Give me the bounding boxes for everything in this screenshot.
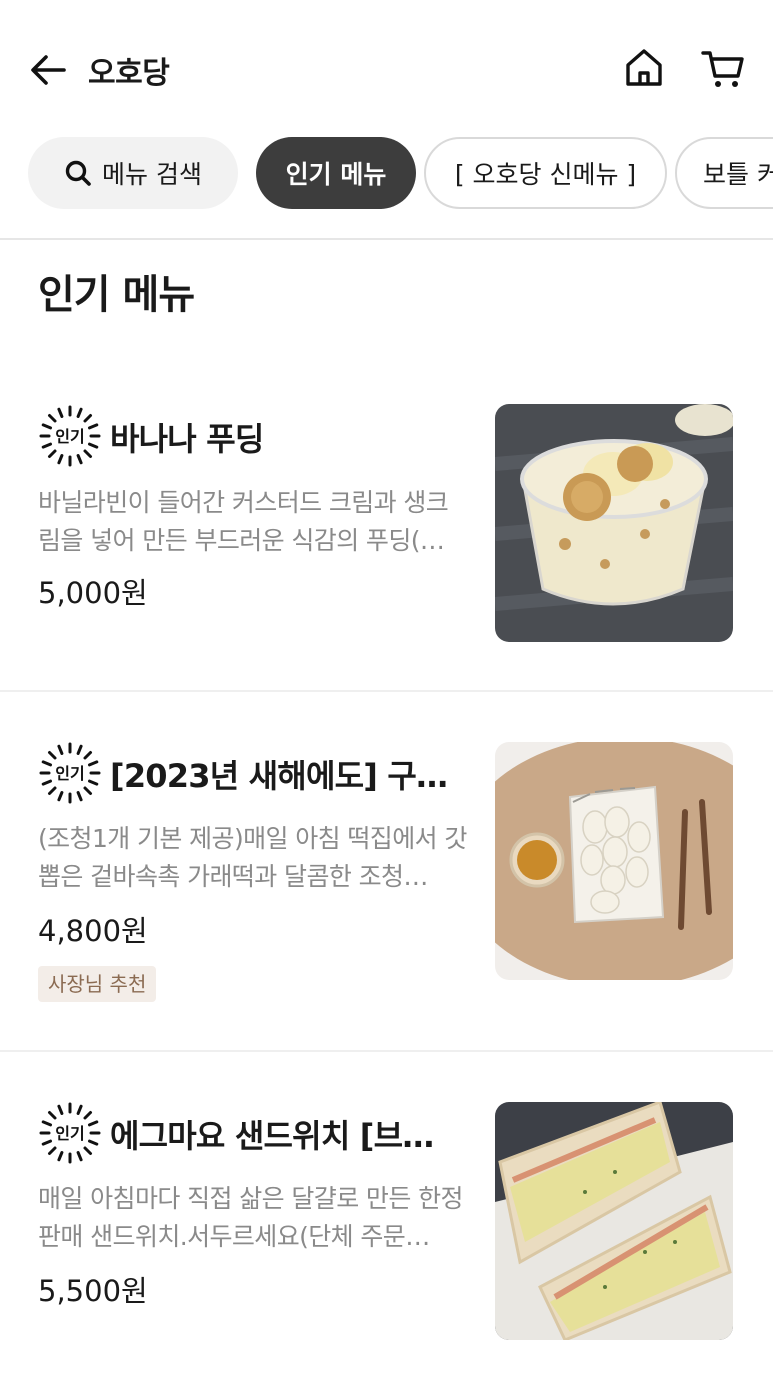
- cart-icon[interactable]: [700, 46, 746, 90]
- item-name: 에그마요 샌드위치 [브…: [110, 1117, 434, 1155]
- chip-new-menu[interactable]: [ 오호당 신메뉴 ]: [424, 137, 667, 209]
- chip-new-label: [ 오호당 신메뉴 ]: [454, 160, 637, 189]
- item-price: 5,000원: [38, 576, 148, 610]
- search-icon: [65, 160, 91, 186]
- popular-badge-text: 인기: [55, 427, 84, 446]
- item-photo-egg-mayo-sandwich: [495, 1102, 733, 1340]
- item-description: 바닐라빈이 들어간 커스터드 크림과 생크림을 넣어 만든 부드러운 식감의 푸…: [38, 488, 449, 555]
- item-description: (조청1개 기본 제공)매일 아침 떡집에서 갓 뽑은 겉바속촉 가래떡과 달콤…: [38, 824, 467, 891]
- item-price: 4,800원: [38, 914, 148, 948]
- popular-badge-icon: 인기: [39, 1102, 101, 1164]
- menu-item[interactable]: 인기 바나나 푸딩 바닐라빈이 들어간 커스터드 크림과 생크림을 넣어 만든 …: [0, 380, 773, 690]
- store-title: 오호당: [88, 56, 170, 91]
- top-bar: 오호당: [0, 0, 773, 130]
- chip-bottle-label: 보틀 커: [703, 160, 773, 189]
- popular-badge-icon: 인기: [39, 742, 101, 804]
- menu-search-label: 메뉴 검색: [102, 160, 202, 189]
- popular-badge-icon: 인기: [39, 405, 101, 467]
- popular-badge-text: 인기: [55, 1124, 84, 1143]
- chip-popular-label: 인기 메뉴: [285, 160, 387, 189]
- divider: [0, 238, 773, 240]
- chip-popular-menu[interactable]: 인기 메뉴: [256, 137, 416, 209]
- item-price: 5,500원: [38, 1274, 148, 1308]
- arrow-left-icon[interactable]: [28, 50, 68, 90]
- item-name: 바나나 푸딩: [110, 420, 264, 458]
- item-photo-rice-cake: [495, 742, 733, 980]
- category-chips: 메뉴 검색 인기 메뉴 [ 오호당 신메뉴 ] 보틀 커: [0, 137, 773, 211]
- popular-badge-text: 인기: [55, 764, 84, 783]
- menu-search-chip[interactable]: 메뉴 검색: [28, 137, 238, 209]
- item-photo-banana-pudding: [495, 404, 733, 642]
- owner-recommend-tag: 사장님 추천: [38, 966, 157, 1002]
- menu-item[interactable]: 인기 에그마요 샌드위치 [브… 매일 아침마다 직접 삶은 달걀로 만든 한정…: [0, 1052, 773, 1373]
- chip-bottle-coffee[interactable]: 보틀 커: [675, 137, 773, 209]
- section-title: 인기 메뉴: [38, 272, 195, 318]
- item-description: 매일 아침마다 직접 삶은 달걀로 만든 한정 판매 샌드위치.서두르세요(단체…: [38, 1184, 463, 1251]
- item-name: [2023년 새해에도] 구…: [110, 757, 448, 795]
- menu-item[interactable]: 인기 [2023년 새해에도] 구… (조청1개 기본 제공)매일 아침 떡집에…: [0, 692, 773, 1050]
- home-icon[interactable]: [622, 46, 666, 90]
